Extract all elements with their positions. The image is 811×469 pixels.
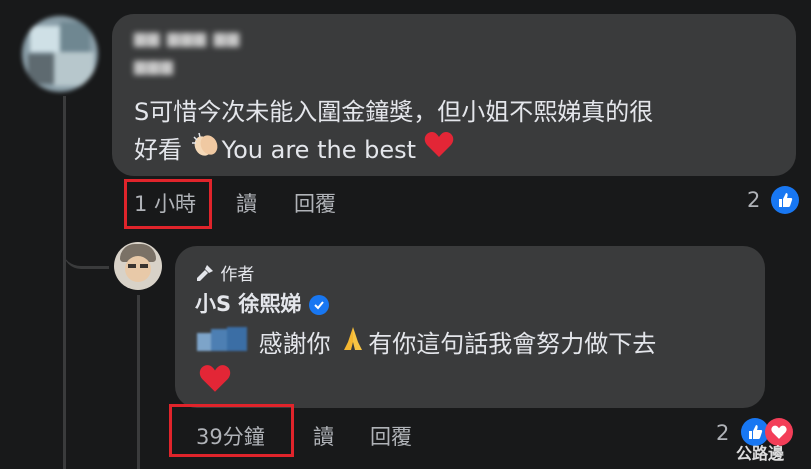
author-name[interactable]: 小S 徐熙娣	[195, 292, 301, 316]
blurred-emoji-icon	[195, 325, 251, 365]
reply-text-part: 感謝你	[258, 330, 331, 358]
comment-read-button[interactable]: 讀	[236, 188, 257, 218]
author-badge: 作者	[195, 260, 254, 288]
clapping-hands-icon	[190, 131, 222, 171]
reply-text-part-2: 有你這句話我會努力做下去	[368, 330, 657, 358]
watermark: 公路邊	[736, 444, 785, 463]
reply-bubble: 作者 小S 徐熙娣 感謝你 有你這句話我會努力做下去	[175, 246, 765, 408]
reply-reaction-count[interactable]: 2	[716, 421, 729, 445]
verified-badge-icon	[308, 295, 329, 315]
comment-reaction-count[interactable]: 2	[747, 188, 760, 212]
reply-time-highlight	[169, 404, 294, 457]
red-heart-icon	[424, 131, 454, 171]
red-heart-icon	[199, 364, 231, 398]
commenter-name[interactable]: ▆▆ ▆▆▆ ▆▆	[134, 28, 240, 47]
reply-read-button[interactable]: 讀	[313, 421, 334, 451]
comment-text-part: 好看	[134, 136, 182, 164]
folded-hands-icon	[338, 324, 368, 366]
comment-text-line2: 好看 You are the best	[134, 130, 454, 171]
like-icon[interactable]	[771, 186, 799, 214]
comment-bubble: ▆▆ ▆▆▆ ▆▆ ▆▆▆ S可惜今次未能入圍金鐘獎，但小姐不熙娣真的很 好看 …	[112, 14, 796, 176]
thread-line-reply	[137, 295, 140, 469]
comment-reply-button[interactable]: 回覆	[294, 188, 336, 218]
author-badge-label: 作者	[220, 265, 255, 285]
thread-elbow-reply	[63, 220, 109, 269]
reply-text-line1: 感謝你 有你這句話我會努力做下去	[195, 324, 656, 366]
comment-text-part-2: You are the best	[221, 136, 417, 164]
author-avatar[interactable]	[114, 242, 162, 290]
reply-reply-button[interactable]: 回覆	[370, 421, 412, 451]
microphone-icon	[195, 263, 215, 288]
author-name-row: 小S 徐熙娣	[195, 288, 329, 318]
thread-line-main	[63, 96, 66, 469]
comment-time-highlight	[124, 179, 212, 229]
commenter-subname: ▆▆▆	[134, 56, 174, 75]
comment-text-line1: S可惜今次未能入圍金鐘獎，但小姐不熙娣真的很	[134, 98, 654, 126]
commenter-avatar[interactable]	[22, 16, 98, 92]
